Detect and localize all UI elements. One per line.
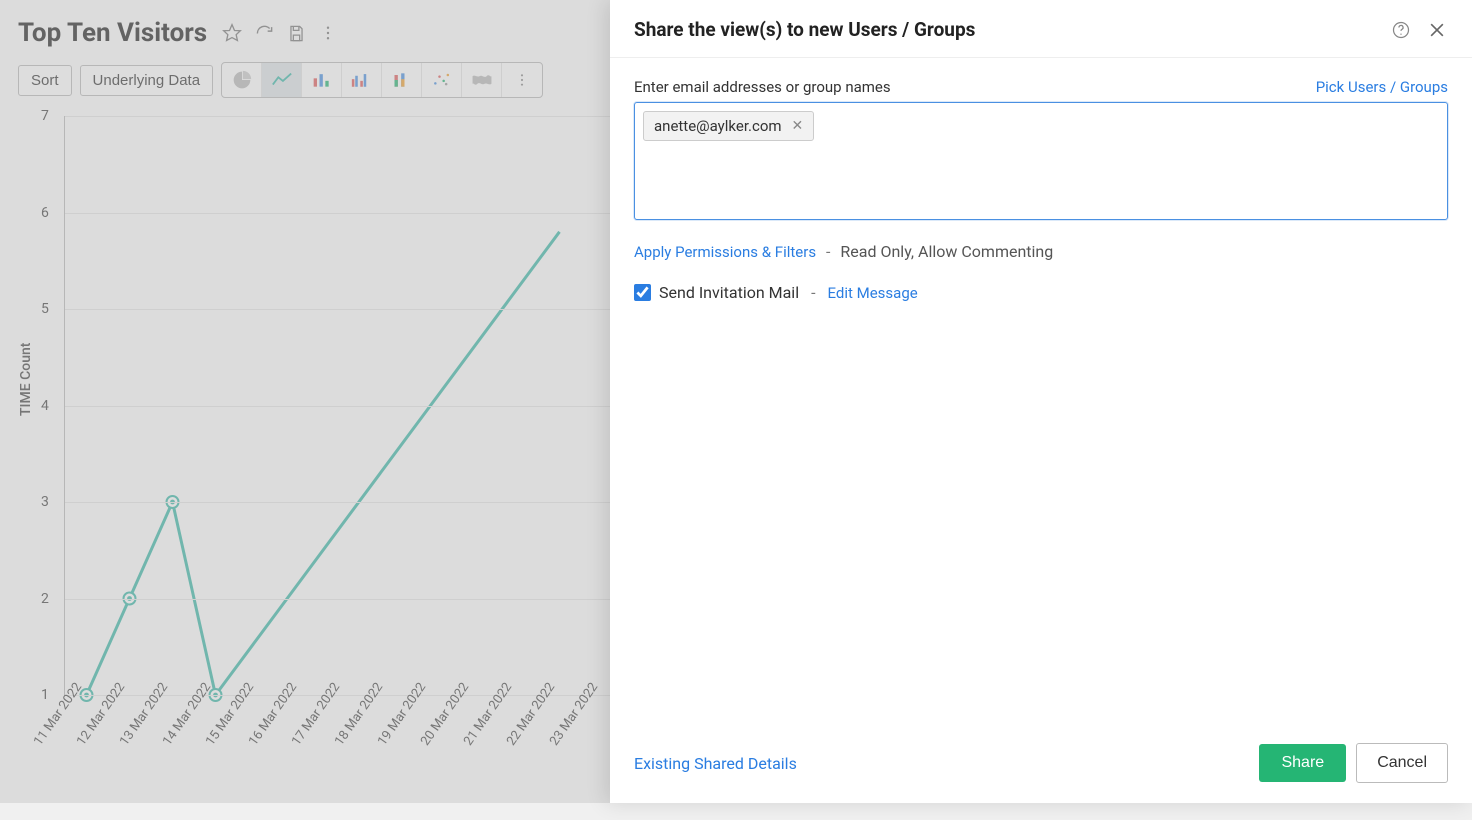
send-mail-label: Send Invitation Mail bbox=[659, 283, 799, 302]
modal-header: Share the view(s) to new Users / Groups bbox=[610, 0, 1472, 58]
send-mail-checkbox[interactable] bbox=[634, 284, 651, 301]
email-tag-input[interactable]: anette@aylker.com ✕ bbox=[634, 102, 1448, 220]
send-mail-row: Send Invitation Mail - Edit Message bbox=[634, 283, 1448, 302]
modal-body: Enter email addresses or group names Pic… bbox=[610, 58, 1472, 727]
edit-message-link[interactable]: Edit Message bbox=[828, 284, 918, 302]
help-icon[interactable] bbox=[1390, 19, 1412, 41]
existing-shared-link[interactable]: Existing Shared Details bbox=[634, 754, 797, 773]
apply-permissions-link[interactable]: Apply Permissions & Filters bbox=[634, 243, 816, 261]
email-chip: anette@aylker.com ✕ bbox=[643, 111, 814, 141]
share-button[interactable]: Share bbox=[1259, 744, 1346, 782]
permissions-description: Read Only, Allow Commenting bbox=[840, 242, 1053, 261]
separator: - bbox=[826, 242, 830, 261]
cancel-button[interactable]: Cancel bbox=[1356, 743, 1448, 783]
close-icon[interactable] bbox=[1426, 19, 1448, 41]
separator: - bbox=[811, 283, 815, 302]
modal-title: Share the view(s) to new Users / Groups bbox=[634, 18, 975, 41]
permissions-row: Apply Permissions & Filters - Read Only,… bbox=[634, 242, 1448, 261]
modal-footer: Existing Shared Details Share Cancel bbox=[610, 727, 1472, 803]
email-chip-text: anette@aylker.com bbox=[654, 117, 782, 135]
pick-users-link[interactable]: Pick Users / Groups bbox=[1316, 78, 1448, 96]
share-modal: Share the view(s) to new Users / Groups … bbox=[610, 0, 1472, 803]
chip-remove-icon[interactable]: ✕ bbox=[792, 118, 804, 134]
app-background: Top Ten Visitors Sort Underlying Data bbox=[0, 0, 1472, 803]
email-field-label: Enter email addresses or group names bbox=[634, 78, 891, 96]
